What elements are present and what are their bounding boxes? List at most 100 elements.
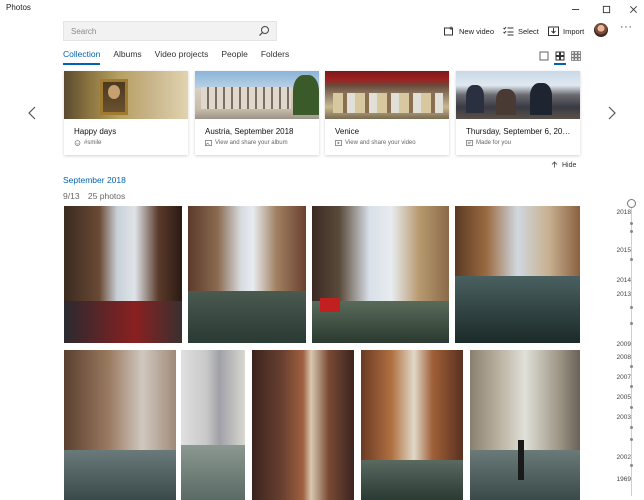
card-subtitle: View and share your video <box>335 140 416 146</box>
new-video-icon <box>444 26 453 36</box>
import-label: Import <box>563 26 585 36</box>
select-label: Select <box>518 26 539 36</box>
timeline-year[interactable]: 2008 <box>617 354 631 361</box>
arrow-up-icon <box>551 161 558 168</box>
timeline-scrubber[interactable]: 2018 2015 2014 2013 2009 2008 2007 2005 … <box>598 198 644 500</box>
tab-people[interactable]: People <box>221 49 247 65</box>
timeline-year[interactable]: 2014 <box>617 277 631 284</box>
tab-collection[interactable]: Collection <box>63 49 101 65</box>
timeline-dot <box>630 322 633 325</box>
minimize-button[interactable] <box>560 0 590 18</box>
timeline-dot <box>630 464 633 467</box>
smile-icon <box>74 140 81 146</box>
view-selected-indicator <box>554 63 566 65</box>
tab-video-projects[interactable]: Video projects <box>155 49 209 65</box>
chevron-left-icon <box>28 106 36 120</box>
card-title: Happy days <box>74 127 117 136</box>
more-options-button[interactable]: ··· <box>620 21 633 33</box>
search-box[interactable]: Search <box>63 21 277 41</box>
timeline-dot <box>630 258 633 261</box>
photo-thumbnail[interactable] <box>188 206 306 343</box>
timeline-dot <box>630 306 633 309</box>
timeline-year[interactable]: 2018 <box>617 209 631 216</box>
chevron-right-icon <box>608 106 616 120</box>
card-austria[interactable]: Austria, September 2018 View and share y… <box>195 71 319 155</box>
tab-folders[interactable]: Folders <box>261 49 289 65</box>
video-icon <box>335 140 342 146</box>
select-icon <box>503 26 514 36</box>
album-icon <box>205 140 212 146</box>
section-count: 25 photos <box>87 191 126 201</box>
carousel-next-button[interactable] <box>608 106 616 123</box>
timeline-dot <box>630 385 633 388</box>
card-subtitle-text: Made for you <box>476 140 512 146</box>
import-button[interactable]: Import <box>548 23 584 39</box>
card-venice[interactable]: Venice View and share your video <box>325 71 449 155</box>
timeline-dot <box>630 365 633 368</box>
timeline-year[interactable]: 2003 <box>617 414 631 421</box>
timeline-dot <box>630 406 633 409</box>
minimize-icon <box>571 8 579 10</box>
import-icon <box>548 26 559 36</box>
card-title: Venice <box>335 127 360 136</box>
timeline-year[interactable]: 2005 <box>617 394 631 401</box>
card-happy-days[interactable]: Happy days #smile <box>64 71 188 155</box>
timeline-year[interactable]: 2007 <box>617 374 631 381</box>
maximize-icon <box>602 5 610 13</box>
card-title: Austria, September 2018 <box>205 127 294 136</box>
avatar[interactable] <box>594 23 608 37</box>
hide-button[interactable]: Hide <box>551 161 576 169</box>
photo-thumbnail[interactable] <box>455 206 580 343</box>
timeline-dot <box>630 222 633 225</box>
card-title: Thursday, September 6, 20… <box>466 127 571 136</box>
select-button[interactable]: Select <box>503 23 539 39</box>
card-image <box>325 71 449 119</box>
search-input[interactable]: Search <box>71 27 96 36</box>
card-subtitle-text: View and share your album <box>215 140 288 146</box>
timeline-thumb[interactable] <box>627 199 636 208</box>
card-subtitle: View and share your album <box>205 140 288 146</box>
photo-thumbnail[interactable] <box>64 350 176 500</box>
photo-thumbnail[interactable] <box>252 350 354 500</box>
new-video-label: New video <box>459 26 495 36</box>
photo-thumbnail[interactable] <box>361 350 463 500</box>
photo-thumbnail[interactable] <box>181 350 245 500</box>
timeline-year[interactable]: 2015 <box>617 247 631 254</box>
new-video-button[interactable]: New video <box>444 23 494 39</box>
window-title: Photos <box>6 3 31 12</box>
view-large-icon[interactable] <box>539 51 549 61</box>
search-icon[interactable] <box>258 25 270 37</box>
hide-label: Hide <box>562 162 577 169</box>
title-bar: Photos <box>0 0 644 18</box>
photo-grid <box>64 206 580 500</box>
card-image <box>195 71 319 119</box>
tab-albums[interactable]: Albums <box>113 49 141 65</box>
card-thursday[interactable]: Thursday, September 6, 20… Made for you <box>456 71 580 155</box>
photo-thumbnail[interactable] <box>312 206 449 343</box>
carousel-prev-button[interactable] <box>28 106 36 123</box>
close-button[interactable] <box>618 0 644 18</box>
timeline-year[interactable]: 2009 <box>617 341 631 348</box>
timeline-dot <box>630 426 633 429</box>
card-subtitle: Made for you <box>466 140 511 146</box>
maximize-button[interactable] <box>591 0 621 18</box>
section-title[interactable]: September 2018 <box>63 175 126 185</box>
timeline-year[interactable]: 1969 <box>617 476 631 483</box>
close-icon <box>629 5 637 13</box>
view-small-icon[interactable] <box>571 51 581 61</box>
view-medium-icon[interactable] <box>555 51 565 61</box>
timeline-dot <box>630 438 633 441</box>
timeline-year[interactable]: 2002 <box>617 454 631 461</box>
timeline-track[interactable] <box>631 206 632 496</box>
card-image <box>64 71 188 119</box>
section-meta: 9/13 25 photos <box>63 191 131 201</box>
card-image <box>456 71 580 119</box>
card-subtitle-text: View and share your video <box>345 140 416 146</box>
photo-thumbnail[interactable] <box>64 206 182 343</box>
made-for-you-icon <box>466 140 473 146</box>
card-subtitle: #smile <box>74 140 101 146</box>
card-subtitle-text: #smile <box>84 140 102 146</box>
photo-thumbnail[interactable] <box>470 350 580 500</box>
timeline-dot <box>630 230 633 233</box>
timeline-year[interactable]: 2013 <box>617 291 631 298</box>
